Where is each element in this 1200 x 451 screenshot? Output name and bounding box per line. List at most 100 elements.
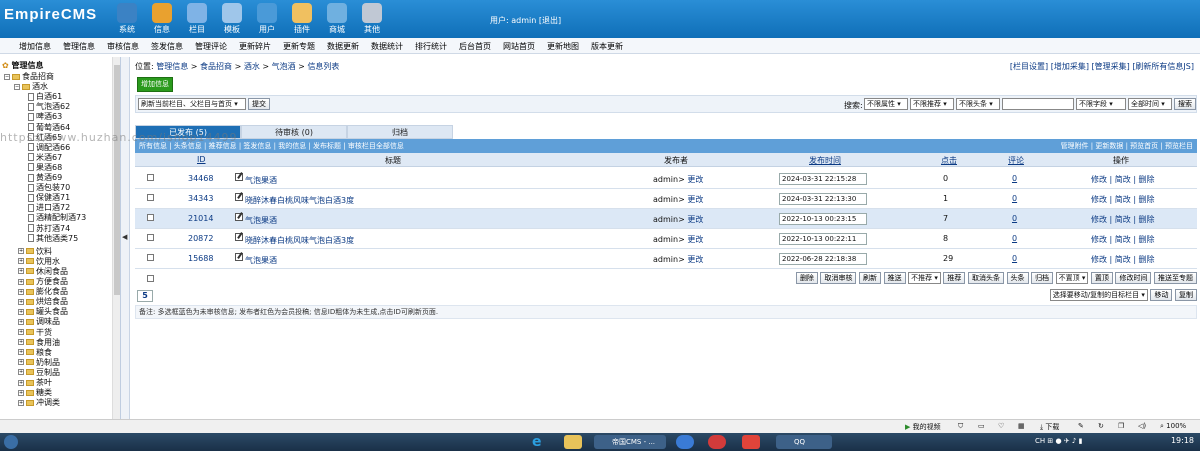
expand-icon[interactable]: + bbox=[18, 288, 24, 295]
expand-icon[interactable]: + bbox=[18, 359, 24, 366]
menu-item-0[interactable]: 增加信息 bbox=[16, 38, 54, 52]
headline-select[interactable]: 不限头条 ▾ bbox=[956, 98, 1000, 110]
breadcrumb-link[interactable]: 气泡酒 bbox=[272, 62, 296, 71]
tree-leaf[interactable]: 调配酒66 bbox=[28, 143, 70, 153]
tree-node[interactable]: + 罐头食品 bbox=[18, 307, 68, 317]
column-link[interactable]: [栏目设置] bbox=[1010, 62, 1048, 71]
row-comments[interactable]: 0 bbox=[1012, 254, 1017, 263]
edit-icon[interactable]: ✎ bbox=[1078, 422, 1084, 430]
tree-node[interactable]: + 烘焙食品 bbox=[18, 297, 68, 307]
row-publisher[interactable]: admin bbox=[653, 215, 678, 224]
row-time-input[interactable]: 2022-10-13 00:22:11 bbox=[779, 233, 867, 245]
tree-scrollbar[interactable] bbox=[112, 57, 120, 419]
row-title[interactable]: 晓醉沐春白桃风味气泡白酒3度 bbox=[245, 236, 354, 245]
select-all-checkbox[interactable] bbox=[147, 275, 154, 282]
tree-leaf[interactable]: 酒精配制酒73 bbox=[28, 213, 86, 223]
ie-icon[interactable]: e bbox=[532, 435, 550, 449]
top-nav-folder[interactable]: 栏目 bbox=[179, 3, 215, 35]
menu-item-11[interactable]: 网站首页 bbox=[500, 38, 538, 52]
row-ops[interactable]: 修改 | 简改 | 删除 bbox=[1091, 234, 1155, 245]
wps-icon[interactable] bbox=[742, 435, 760, 449]
tree-node[interactable]: + 饮用水 bbox=[18, 257, 60, 267]
row-time-input[interactable]: 2022-10-13 00:23:15 bbox=[779, 213, 867, 225]
add-info-button[interactable]: 增加信息 bbox=[137, 77, 173, 92]
taskbar-browser[interactable]: 帝国CMS - ... bbox=[594, 435, 666, 449]
expand-icon[interactable]: + bbox=[18, 308, 24, 315]
row-checkbox[interactable] bbox=[147, 194, 154, 201]
tree-node[interactable]: + 食用油 bbox=[18, 338, 60, 348]
tree-node[interactable]: + 膨化食品 bbox=[18, 287, 68, 297]
expand-icon[interactable]: + bbox=[18, 369, 24, 376]
move-button[interactable]: 移动 bbox=[1150, 289, 1173, 301]
menu-item-1[interactable]: 管理信息 bbox=[60, 38, 98, 52]
row-ops[interactable]: 修改 | 简改 | 删除 bbox=[1091, 214, 1155, 225]
edit-icon[interactable] bbox=[235, 193, 243, 201]
pin-button[interactable]: 置顶 bbox=[1090, 272, 1113, 284]
expand-icon[interactable]: + bbox=[18, 278, 24, 285]
archive-button[interactable]: 归档 bbox=[1031, 272, 1054, 284]
tree-leaf[interactable]: 进口酒72 bbox=[28, 203, 70, 213]
breadcrumb-link[interactable]: 信息列表 bbox=[307, 62, 339, 71]
row-time-input[interactable]: 2024-03-31 22:13:30 bbox=[779, 193, 867, 205]
expand-icon[interactable]: + bbox=[18, 329, 24, 335]
collapse-arrow-icon[interactable]: ◀ bbox=[122, 233, 127, 241]
top-nav-edit[interactable]: 信息 bbox=[144, 3, 180, 35]
menu-item-10[interactable]: 后台首页 bbox=[456, 38, 494, 52]
row-id[interactable]: 20872 bbox=[188, 234, 213, 243]
window-icon[interactable]: ❐ bbox=[1118, 422, 1124, 430]
image-icon[interactable]: ▭ bbox=[978, 422, 985, 430]
edit-time-button[interactable]: 修改时间 bbox=[1115, 272, 1152, 284]
top-nav-gear[interactable]: 其他 bbox=[354, 3, 390, 35]
breadcrumb-link[interactable]: 管理信息 bbox=[156, 62, 188, 71]
row-id[interactable]: 15688 bbox=[188, 254, 213, 263]
row-checkbox[interactable] bbox=[147, 234, 154, 241]
zoom-level[interactable]: ⌕ 100% bbox=[1160, 422, 1186, 431]
shield-icon[interactable]: ⛉ bbox=[958, 422, 963, 431]
top-nav-shop[interactable]: 商城 bbox=[319, 3, 355, 35]
menu-item-4[interactable]: 管理评论 bbox=[192, 38, 230, 52]
row-publisher[interactable]: admin bbox=[653, 255, 678, 264]
breadcrumb-link[interactable]: 酒水 bbox=[244, 62, 260, 71]
menu-item-5[interactable]: 更新碎片 bbox=[236, 38, 274, 52]
speed-icon[interactable] bbox=[708, 435, 726, 449]
column-link[interactable]: [刷新所有信息JS] bbox=[1132, 62, 1194, 71]
menu-item-2[interactable]: 审核信息 bbox=[104, 38, 142, 52]
tree-root[interactable]: ✿ 管理信息 bbox=[2, 60, 44, 71]
row-title[interactable]: 气泡果酒 bbox=[245, 216, 277, 225]
row-title[interactable]: 气泡果酒 bbox=[245, 176, 277, 185]
col-time[interactable]: 发布时间 bbox=[809, 155, 841, 166]
tree-leaf[interactable]: 气泡酒62 bbox=[28, 102, 70, 112]
top-nav-template[interactable]: 模板 bbox=[214, 3, 250, 35]
row-title[interactable]: 晓醉沐春白桃风味气泡白酒3度 bbox=[245, 196, 354, 205]
move-target-select[interactable]: 选择要移动/复制的目标栏目 ▾ bbox=[1049, 289, 1148, 301]
tree-leaf[interactable]: 苏打酒74 bbox=[28, 224, 70, 234]
tree-leaf[interactable]: 酒包装70 bbox=[28, 183, 70, 193]
expand-icon[interactable]: + bbox=[18, 318, 24, 325]
recommend-button[interactable]: 推荐 bbox=[943, 272, 966, 284]
edit-icon[interactable] bbox=[235, 173, 243, 181]
my-video-link[interactable]: ▶ 我的视频 bbox=[905, 422, 941, 432]
expand-icon[interactable]: + bbox=[18, 268, 24, 275]
tree-leaf[interactable]: 米酒67 bbox=[28, 153, 62, 163]
tab-pending[interactable]: 待审核 (0) bbox=[241, 125, 347, 139]
search-button[interactable]: 搜索 bbox=[1174, 98, 1196, 110]
field-select[interactable]: 不限字段 ▾ bbox=[1076, 98, 1126, 110]
headline-button[interactable]: 头条 bbox=[1006, 272, 1029, 284]
tree-node[interactable]: − 酒水 bbox=[14, 82, 48, 92]
row-ops[interactable]: 修改 | 简改 | 删除 bbox=[1091, 254, 1155, 265]
row-change-link[interactable]: 更改 bbox=[687, 195, 703, 204]
menu-item-9[interactable]: 排行统计 bbox=[412, 38, 450, 52]
col-clicks[interactable]: 点击 bbox=[941, 155, 957, 166]
expand-icon[interactable]: + bbox=[18, 258, 24, 265]
menu-item-8[interactable]: 数据统计 bbox=[368, 38, 406, 52]
tree-node[interactable]: + 冲调类 bbox=[18, 398, 60, 408]
tree-leaf[interactable]: 果酒68 bbox=[28, 163, 62, 173]
tree-node[interactable]: + 豆制品 bbox=[18, 368, 60, 378]
tree-node[interactable]: − 食品招商 bbox=[4, 72, 54, 82]
push-topic-button[interactable]: 推送至专题 bbox=[1154, 272, 1197, 284]
tree-node[interactable]: + 粮食 bbox=[18, 348, 52, 358]
tree-node[interactable]: + 饮料 bbox=[18, 247, 52, 257]
expand-icon[interactable]: + bbox=[18, 349, 24, 356]
expand-icon[interactable]: + bbox=[18, 298, 24, 305]
column-link[interactable]: [管理采集] bbox=[1092, 62, 1130, 71]
